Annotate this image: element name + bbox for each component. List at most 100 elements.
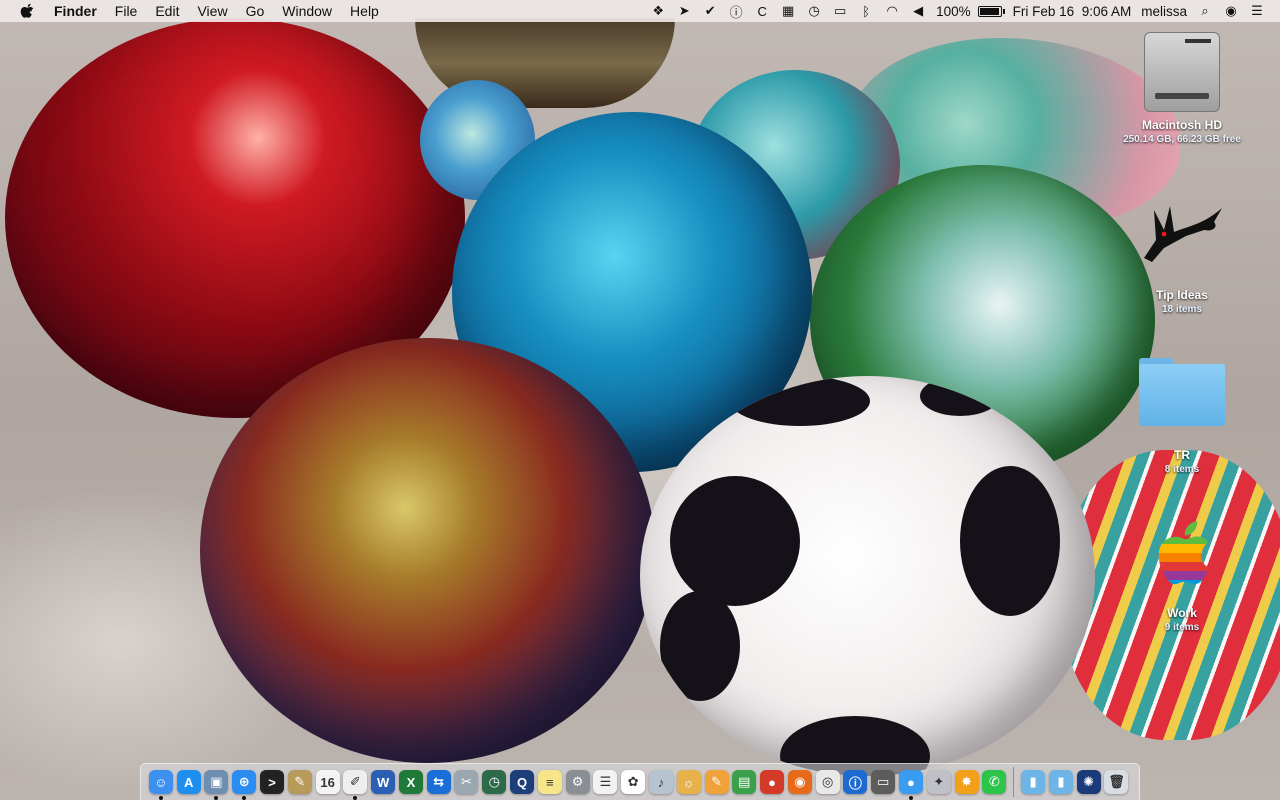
voice-icon[interactable]: ♪ (648, 770, 673, 794)
ball-spot (960, 466, 1060, 616)
system-preferences-icon[interactable]: ⚙ (565, 770, 590, 794)
messages-glyph: ● (907, 774, 915, 790)
documents-folder-glyph: ▮ (1057, 774, 1065, 789)
desktop-item-label: Work (1167, 606, 1197, 620)
trash-icon[interactable]: 🗑 (1104, 770, 1129, 794)
documents-folder-icon[interactable]: ▮ (1048, 770, 1073, 794)
location-arrow-icon[interactable]: ➤ (675, 3, 693, 19)
word-icon[interactable]: W (371, 770, 396, 794)
dock: ☺ A ▣ ⊕ > ✎ 16 ✐ W X ⇆ ✂ ◷ Q ≡ ⚙ ☰ ✿ ♪ ☼ ✎ ▤ ● ◉ ◎ ⓘ ▭ ● ✦ ✸ ✆ ▮ ▮ ✺ 🗑 (140, 763, 1140, 800)
time-machine-icon[interactable]: ◷ (482, 770, 507, 794)
snagit-icon[interactable]: ✸ (954, 770, 979, 794)
quicktime-icon[interactable]: Q (510, 770, 535, 794)
preview-icon[interactable]: ▣ (204, 770, 229, 800)
desktop-item-info: 9 items (1164, 622, 1200, 633)
numbers-icon[interactable]: ▤ (732, 770, 757, 794)
whatsapp-glyph: ✆ (988, 774, 1000, 789)
automator-icon[interactable]: ✦ (926, 770, 951, 794)
menu-view[interactable]: View (188, 0, 236, 22)
desktop-wallpaper (0, 0, 1280, 800)
word-glyph: W (377, 774, 390, 790)
keyboard-glyph: ▭ (877, 774, 890, 789)
terminal-icon[interactable]: > (260, 770, 285, 794)
menu-go[interactable]: Go (237, 0, 274, 22)
fetch-glyph: ● (768, 774, 776, 790)
applications-folder-glyph: ▮ (1029, 774, 1037, 789)
applications-folder-icon[interactable]: ▮ (1021, 770, 1046, 794)
airplay-icon[interactable]: ▭ (831, 3, 849, 19)
desktop-item-tr[interactable]: TR 8 items (1122, 358, 1242, 476)
app-store-icon[interactable]: A (176, 770, 201, 794)
battery-percent[interactable]: 100% (931, 4, 976, 19)
bluetooth-icon[interactable]: ᛒ (857, 3, 875, 19)
ibooks-glyph: ☼ (682, 774, 695, 790)
1password-glyph: ⓘ (848, 775, 862, 791)
photos-icon[interactable]: ✿ (621, 770, 646, 794)
messages-icon[interactable]: ● (898, 770, 923, 800)
menu-file[interactable]: File (106, 0, 147, 22)
siri-icon[interactable]: ◉ (1222, 3, 1240, 19)
notes-icon[interactable]: ≡ (537, 770, 562, 794)
apple-menu-icon[interactable] (20, 3, 34, 19)
keyboard-icon[interactable]: ▭ (871, 770, 896, 794)
desktop-item-info: 250.14 GB, 66.23 GB free (1123, 134, 1241, 145)
calendar-mini-icon[interactable]: ▦ (779, 3, 797, 19)
menu-bar: Finder File Edit View Go Window Help ❖ ➤… (0, 0, 1280, 22)
menu-window[interactable]: Window (273, 0, 341, 22)
battery-icon[interactable] (977, 5, 1005, 17)
automator-glyph: ✦ (933, 774, 945, 789)
chrome-icon[interactable]: ◎ (815, 770, 840, 794)
wifi-icon[interactable]: ◠ (883, 3, 901, 19)
firefox-icon[interactable]: ◉ (787, 770, 812, 794)
rabbit-folder-icon (1144, 206, 1222, 262)
ibooks-icon[interactable]: ☼ (676, 770, 701, 794)
dropbox-icon[interactable]: ❖ (649, 3, 667, 19)
finder-icon[interactable]: ☺ (148, 770, 173, 800)
chrome-glyph: ◎ (821, 774, 834, 789)
calendar-icon[interactable]: 16 (315, 770, 340, 794)
menu-help[interactable]: Help (341, 0, 388, 22)
notefile-icon[interactable]: ✎ (287, 770, 312, 794)
notes-glyph: ≡ (546, 774, 554, 790)
finder-glyph: ☺ (154, 774, 168, 790)
pages-icon[interactable]: ✎ (704, 770, 729, 794)
app-store-glyph: A (183, 774, 194, 790)
checkmark-circle-icon[interactable]: ✔ (701, 3, 719, 19)
excel-glyph: X (406, 774, 416, 790)
textedit-icon[interactable]: ✐ (343, 770, 368, 800)
desktop-item-macintosh-hd[interactable]: Macintosh HD 250.14 GB, 66.23 GB free (1122, 32, 1242, 146)
user-account-name[interactable]: melissa (1136, 4, 1192, 19)
numbers-glyph: ▤ (738, 774, 751, 789)
excel-icon[interactable]: X (398, 770, 423, 794)
menubar-clock[interactable]: Fri Feb 16 9:06 AM (1008, 4, 1137, 19)
reminders-glyph: ☰ (599, 774, 612, 789)
fetch-icon[interactable]: ● (760, 770, 785, 794)
ball-spot (660, 591, 740, 701)
ball-spot (670, 476, 800, 606)
whatsapp-icon[interactable]: ✆ (982, 770, 1007, 794)
desktop-item-info: 8 items (1164, 464, 1200, 475)
app-menu-finder[interactable]: Finder (48, 0, 106, 22)
time-machine-icon[interactable]: ◷ (805, 3, 823, 19)
folder-icon (1139, 358, 1225, 426)
desktop-item-label: Macintosh HD (1141, 118, 1222, 132)
terminal-glyph: > (268, 774, 276, 790)
recent-image-icon[interactable]: ✺ (1076, 770, 1101, 794)
voice-glyph: ♪ (657, 774, 665, 790)
notification-center-icon[interactable]: ☰ (1248, 3, 1266, 19)
volume-icon[interactable]: ◀ (909, 3, 927, 19)
safari-icon[interactable]: ⊕ (232, 770, 257, 800)
image-capture-icon[interactable]: ✂ (454, 770, 479, 794)
dock-separator (1013, 767, 1015, 797)
c-app-icon[interactable]: C (753, 3, 771, 19)
info-circle-icon[interactable]: ⓘ (727, 3, 745, 20)
menu-edit[interactable]: Edit (146, 0, 188, 22)
desktop-item-tip-ideas[interactable]: Tip Ideas 18 items (1122, 200, 1242, 316)
desktop-item-work[interactable]: Work 9 items (1122, 516, 1242, 634)
safari-glyph: ⊕ (238, 774, 250, 789)
reminders-icon[interactable]: ☰ (593, 770, 618, 794)
spotlight-search-icon[interactable]: ⌕ (1196, 3, 1214, 19)
preview-glyph: ▣ (210, 774, 223, 789)
teamviewer-icon[interactable]: ⇆ (426, 770, 451, 794)
1password-icon[interactable]: ⓘ (843, 770, 868, 794)
